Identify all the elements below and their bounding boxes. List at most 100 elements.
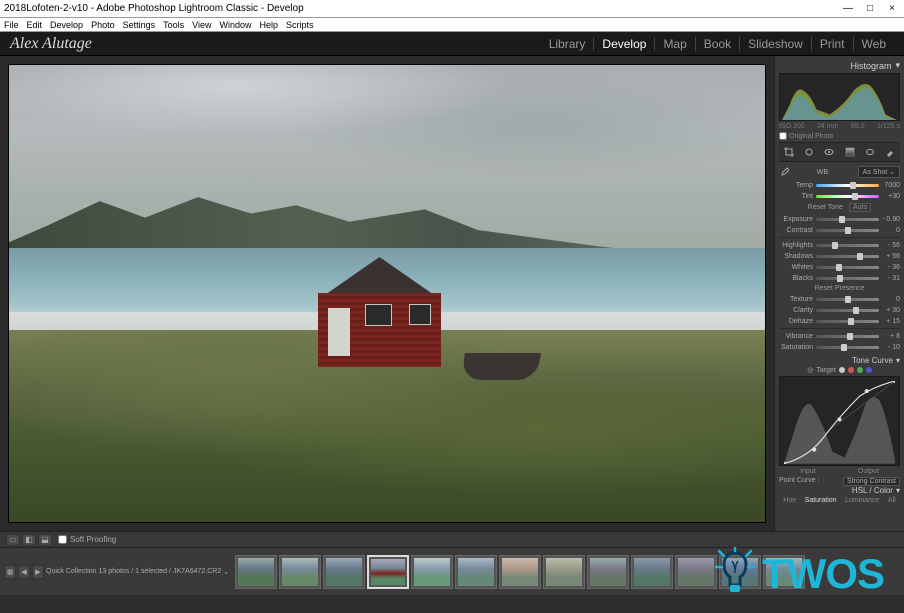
photo-cabin [311,257,447,367]
histogram-panel-header[interactable]: Histogram ▾ [779,58,900,73]
tonecurve-preset-row: Point Curve : Strong Contrast [779,477,900,486]
close-button[interactable]: × [884,0,900,18]
tone-label: Reset Tone [808,204,843,211]
filmstrip-nav: ▦ ◀ ▶ Quick Collection 13 photos / 1 sel… [4,565,229,579]
module-book[interactable]: Book [695,37,739,51]
basic-panel: WB: As Shot ⌄ Temp 7000 Tint +30 Reset T… [779,164,900,355]
hsl-tab-luminance[interactable]: Luminance [845,497,879,504]
menu-window[interactable]: Window [220,20,252,30]
hsl-tab-hue[interactable]: Hue [783,497,796,504]
hsl-title: HSL / Color [852,486,893,495]
target-adjust-icon[interactable]: ◎ [807,366,813,374]
identity-bar: Alex Alutage Library Develop Map Book Sl… [0,32,904,56]
dehaze-slider[interactable]: Dehaze + 15 [779,316,900,326]
photo-boat [461,353,540,380]
tonecurve-display[interactable] [779,376,900,466]
menu-help[interactable]: Help [260,20,279,30]
menu-file[interactable]: File [4,20,19,30]
nav-forward-icon[interactable]: ▶ [32,565,44,579]
eyedropper-icon[interactable] [779,166,789,178]
tint-value[interactable]: +30 [882,193,900,200]
nav-back-icon[interactable]: ◀ [18,565,30,579]
before-after-tb-icon[interactable]: ⬓ [38,534,52,546]
filmstrip-thumb[interactable] [367,555,409,589]
minimize-button[interactable]: — [840,0,856,18]
hsl-tab-all[interactable]: All [888,497,896,504]
menu-photo[interactable]: Photo [91,20,115,30]
highlights-slider[interactable]: Highlights - 56 [779,240,900,250]
menu-scripts[interactable]: Scripts [286,20,314,30]
filmstrip-thumb[interactable] [411,555,453,589]
module-library[interactable]: Library [541,37,594,51]
filmstrip-thumb[interactable] [323,555,365,589]
auto-button[interactable]: Auto [849,203,871,212]
filmstrip-thumb[interactable] [543,555,585,589]
tonecurve-axis-labels: Input Output [779,468,900,475]
tc-preset-dropdown[interactable]: Strong Contrast [843,477,900,486]
tc-red-dot[interactable] [848,367,854,373]
hsl-panel-header[interactable]: HSL / Color ▾ [779,486,900,495]
clarity-slider[interactable]: Clarity + 30 [779,305,900,315]
tint-knob[interactable] [852,193,858,200]
contrast-slider[interactable]: Contrast 0 [779,225,900,235]
tonecurve-panel-header[interactable]: Tone Curve ▾ [779,355,900,366]
tc-rgb-dot[interactable] [839,367,845,373]
temp-slider[interactable]: Temp 7000 [779,180,900,190]
menu-tools[interactable]: Tools [163,20,184,30]
hsl-tab-saturation[interactable]: Saturation [805,497,837,504]
texture-slider[interactable]: Texture 0 [779,294,900,304]
spot-removal-icon[interactable] [803,146,815,158]
menu-develop[interactable]: Develop [50,20,83,30]
gradient-filter-icon[interactable] [844,146,856,158]
loupe-view-icon[interactable]: ▭ [6,534,20,546]
photo-cabin-window [409,304,431,325]
blacks-slider[interactable]: Blacks - 31 [779,273,900,283]
main-area: Histogram ▾ ISO 200 24 mm f/8.0 1/125 s … [0,56,904,531]
temp-knob[interactable] [850,182,856,189]
vibrance-slider[interactable]: Vibrance + 8 [779,331,900,341]
module-develop[interactable]: Develop [593,37,654,51]
collection-label[interactable]: Quick Collection [46,568,97,575]
module-picker: Library Develop Map Book Slideshow Print… [541,37,894,51]
crop-tool-icon[interactable] [783,146,795,158]
module-slideshow[interactable]: Slideshow [739,37,811,51]
tc-preset-label: Point Curve : [779,477,819,486]
adjustment-brush-icon[interactable] [884,146,896,158]
filmstrip-thumb[interactable] [235,555,277,589]
filmstrip-thumb[interactable] [587,555,629,589]
histogram-info: ISO 200 24 mm f/8.0 1/125 s [779,123,900,130]
temp-value[interactable]: 7000 [882,182,900,189]
redeye-icon[interactable] [823,146,835,158]
second-window-icon[interactable]: ▦ [4,565,16,579]
tc-blue-dot[interactable] [866,367,872,373]
filmstrip-thumb[interactable] [455,555,497,589]
before-after-lr-icon[interactable]: ◧ [22,534,36,546]
histogram-display[interactable] [779,73,900,121]
menu-edit[interactable]: Edit [27,20,43,30]
saturation-slider[interactable]: Saturation - 10 [779,342,900,352]
preview-area[interactable] [0,56,774,531]
tc-green-dot[interactable] [857,367,863,373]
photo-cabin-walls [318,293,440,366]
filmstrip-thumb[interactable] [279,555,321,589]
tonecurve-title: Tone Curve [852,356,893,365]
original-photo-row: Original Photo [779,132,900,140]
menu-view[interactable]: View [192,20,211,30]
maximize-button[interactable]: □ [862,0,878,18]
filmstrip-thumb[interactable] [499,555,541,589]
shadows-slider[interactable]: Shadows + 56 [779,251,900,261]
module-map[interactable]: Map [654,37,694,51]
menu-settings[interactable]: Settings [123,20,156,30]
tint-slider[interactable]: Tint +30 [779,191,900,201]
soft-proofing-checkbox[interactable] [58,535,67,544]
exposure-slider[interactable]: Exposure - 0.90 [779,214,900,224]
original-photo-checkbox[interactable] [779,132,787,140]
filmstrip-thumb[interactable] [631,555,673,589]
wb-dropdown[interactable]: As Shot ⌄ [858,166,900,178]
tool-strip [779,142,900,162]
chevron-down-icon[interactable]: ⌄ [223,568,229,576]
whites-slider[interactable]: Whites - 36 [779,262,900,272]
module-print[interactable]: Print [811,37,853,51]
module-web[interactable]: Web [853,37,894,51]
radial-filter-icon[interactable] [864,146,876,158]
